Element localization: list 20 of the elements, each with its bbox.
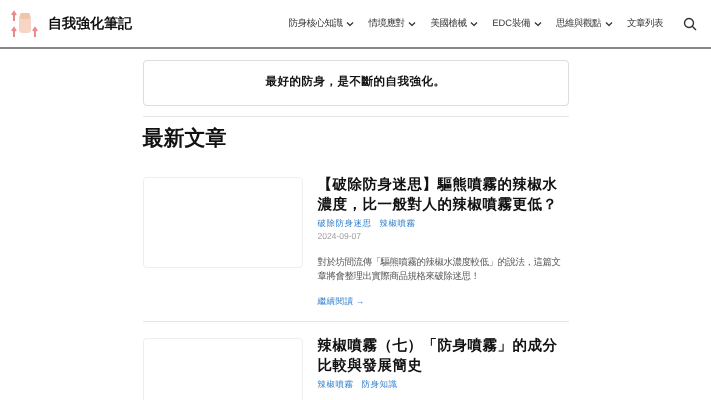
nav-item[interactable]: 情境應對 (368, 16, 416, 30)
site-title[interactable]: 自我強化筆記 (48, 13, 132, 34)
post-title[interactable]: 【破除防身迷思】驅熊噴霧的辣椒水濃度，比一般對人的辣椒噴霧更低？ (318, 174, 568, 214)
nav-item[interactable]: 美國槍械 (430, 16, 478, 30)
post-title[interactable]: 辣椒噴霧（七）「防身噴霧」的成分比較與發展簡史 (318, 336, 568, 376)
read-more-link[interactable]: 繼續閱讀 → (318, 294, 364, 308)
section-title: 最新文章 (142, 126, 228, 152)
search-icon[interactable] (683, 16, 697, 30)
nav-item[interactable]: 文章列表 (627, 16, 663, 30)
nav-item[interactable]: EDC裝備 (492, 16, 542, 30)
nav-item[interactable]: 思維與觀點 (556, 16, 613, 30)
tag-link[interactable]: 破除防身迷思 (318, 216, 372, 230)
tag-link[interactable]: 辣椒噴霧 (318, 378, 354, 392)
tagline: 最好的防身，是不斷的自我強化。 (266, 74, 446, 90)
tag-link[interactable]: 防身知識 (362, 378, 398, 392)
post-date: 2024-09-07 (318, 230, 362, 242)
nav-item[interactable]: 防身核心知識 (288, 16, 354, 30)
post-excerpt: 對於坊間流傳「驅熊噴霧的辣椒水濃度較低」的說法，這篇文章將會整理出實際商品規格來破除迷思！ (318, 256, 562, 282)
raised-fist-logo-icon (10, 8, 40, 38)
tag-link[interactable]: 辣椒噴霧 (380, 216, 416, 230)
